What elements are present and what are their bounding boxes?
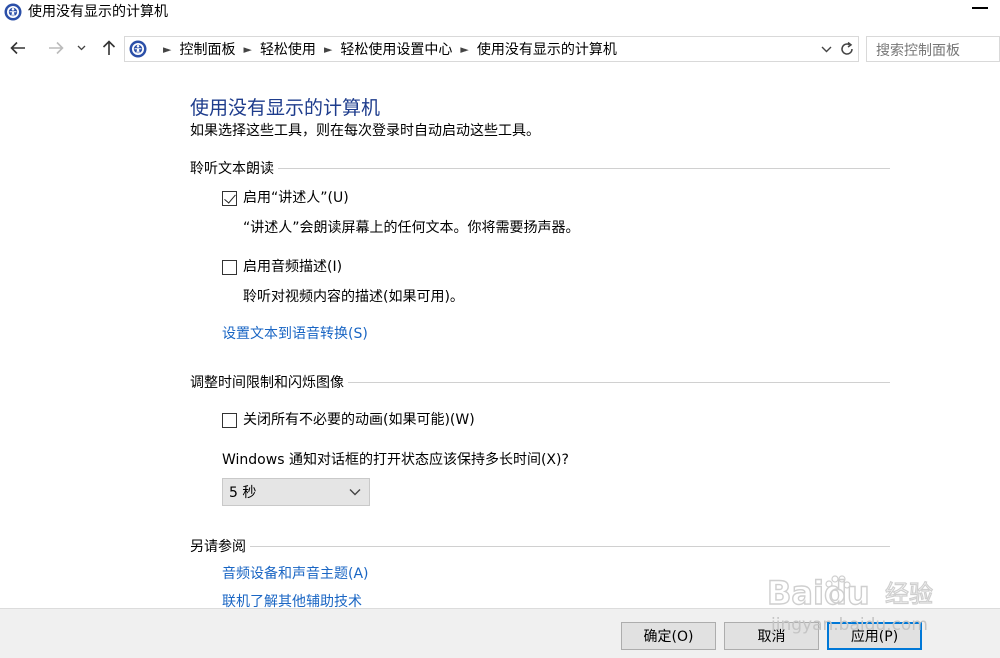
chevron-right-icon[interactable]: ► [243, 43, 251, 56]
animations-label[interactable]: 关闭所有不必要的动画(如果可能)(W) [243, 411, 475, 429]
section-heading-label: 聆听文本朗读 [190, 161, 274, 177]
section-heading-label: 调整时间限制和闪烁图像 [190, 375, 344, 391]
narrator-description: “讲述人”会朗读屏幕上的任何文本。你将需要扬声器。 [243, 220, 580, 236]
select-value: 5 秒 [229, 485, 257, 501]
arrow-right-icon [49, 41, 64, 55]
audio-description-description: 聆听对视频内容的描述(如果可用)。 [243, 289, 464, 305]
notification-duration-select[interactable]: 5 秒 [222, 478, 370, 506]
section-heading-timing: 调整时间限制和闪烁图像 [190, 372, 890, 392]
breadcrumb-control-panel[interactable]: 控制面板 [179, 39, 235, 59]
minimize-button[interactable] [972, 7, 988, 9]
audio-description-label[interactable]: 启用音频描述(I) [243, 258, 342, 276]
narrator-checkbox[interactable]: 启用“讲述人”(U) [222, 188, 349, 208]
window-title: 使用没有显示的计算机 [28, 4, 168, 20]
chevron-down-icon [821, 46, 831, 52]
control-panel-icon [4, 3, 22, 21]
forward-button[interactable] [44, 36, 68, 60]
audio-description-checkbox[interactable]: 启用音频描述(I) [222, 257, 342, 277]
chevron-right-icon[interactable]: ► [324, 43, 332, 56]
recent-locations-button[interactable] [72, 36, 90, 60]
notification-duration-label: Windows 通知对话框的打开状态应该保持多长时间(X)? [222, 452, 569, 468]
section-heading-see-also: 另请参阅 [190, 536, 890, 556]
arrow-up-icon [102, 40, 116, 55]
checkbox-unchecked[interactable] [222, 412, 237, 428]
chevron-down-icon [77, 45, 85, 51]
page-title: 使用没有显示的计算机 [190, 97, 381, 119]
checkbox-checked[interactable] [222, 190, 237, 206]
breadcrumb-current-page[interactable]: 使用没有显示的计算机 [477, 39, 617, 59]
breadcrumb: ► 控制面板 ► 轻松使用 ► 轻松使用设置中心 ► 使用没有显示的计算机 [155, 37, 617, 61]
chevron-down-icon [349, 489, 361, 496]
divider [348, 381, 890, 383]
cancel-button[interactable]: 取消 [724, 622, 819, 650]
up-button[interactable] [97, 36, 121, 60]
refresh-button[interactable] [837, 40, 857, 58]
main-content: 使用没有显示的计算机 如果选择这些工具，则在每次登录时自动启动这些工具。 聆听文… [0, 66, 1000, 610]
checkbox-unchecked[interactable] [222, 259, 237, 275]
address-bar[interactable]: ► 控制面板 ► 轻松使用 ► 轻松使用设置中心 ► 使用没有显示的计算机 [124, 36, 859, 62]
navigation-bar: ► 控制面板 ► 轻松使用 ► 轻松使用设置中心 ► 使用没有显示的计算机 [0, 32, 1000, 66]
arrow-left-icon [10, 41, 25, 55]
chevron-right-icon[interactable]: ► [460, 43, 468, 56]
breadcrumb-ease-of-access[interactable]: 轻松使用 [260, 39, 316, 59]
dialog-footer: 确定(O) 取消 应用(P) [0, 608, 1000, 658]
control-panel-icon [129, 40, 147, 58]
divider [278, 167, 890, 169]
ok-button[interactable]: 确定(O) [621, 622, 716, 650]
back-button[interactable] [6, 36, 30, 60]
address-history-button[interactable] [817, 40, 835, 58]
divider [250, 545, 890, 547]
audio-devices-link[interactable]: 音频设备和声音主题(A) [222, 565, 369, 583]
animations-checkbox[interactable]: 关闭所有不必要的动画(如果可能)(W) [222, 410, 475, 430]
section-heading-hear-text: 聆听文本朗读 [190, 158, 890, 178]
page-subtitle: 如果选择这些工具，则在每次登录时自动启动这些工具。 [190, 123, 540, 139]
search-input[interactable] [866, 36, 1000, 62]
apply-button[interactable]: 应用(P) [827, 622, 922, 650]
chevron-right-icon: ► [163, 42, 172, 56]
refresh-icon [841, 41, 853, 55]
section-heading-label: 另请参阅 [190, 539, 246, 555]
title-bar: 使用没有显示的计算机 [0, 0, 1000, 26]
breadcrumb-ease-of-access-center[interactable]: 轻松使用设置中心 [340, 39, 452, 59]
narrator-label[interactable]: 启用“讲述人”(U) [243, 189, 349, 207]
text-to-speech-link[interactable]: 设置文本到语音转换(S) [222, 325, 368, 343]
